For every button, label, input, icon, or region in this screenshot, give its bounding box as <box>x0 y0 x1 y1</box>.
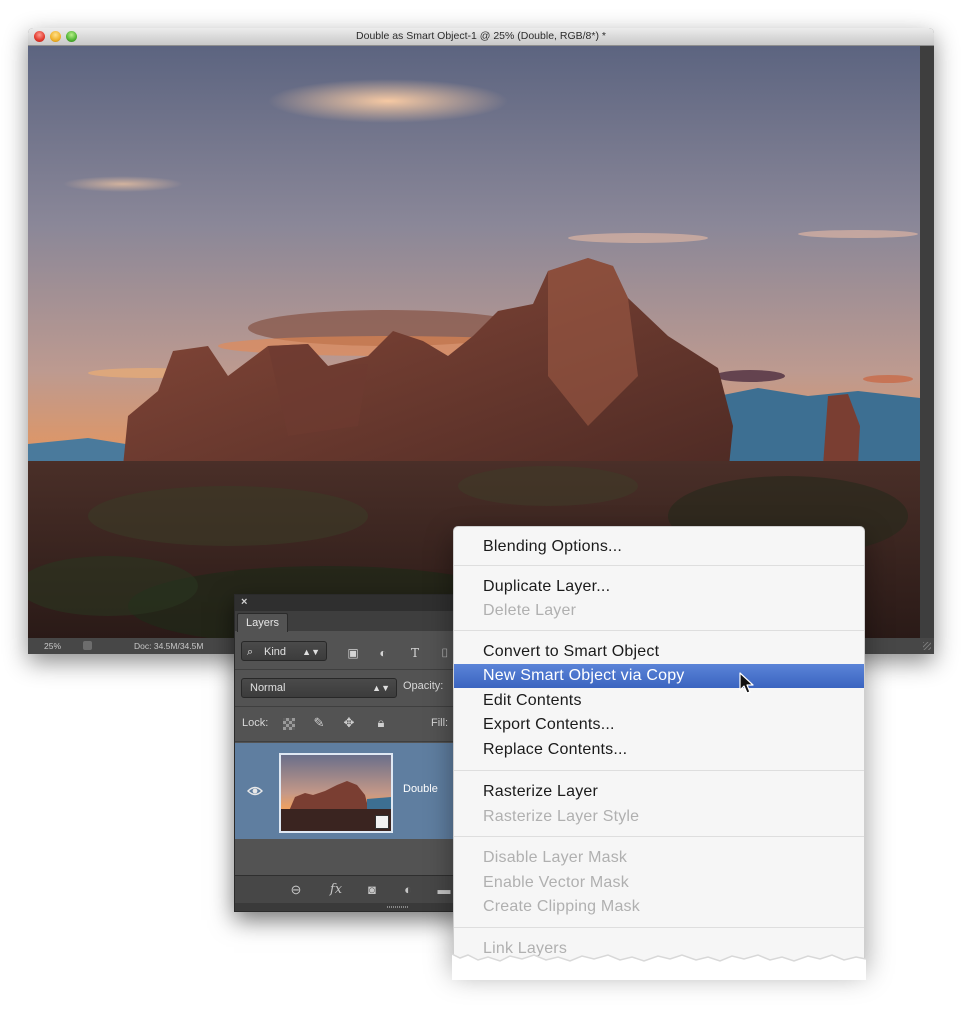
stepper-arrows-icon: ▲▼ <box>372 683 390 693</box>
fx-icon[interactable]: fx <box>327 882 345 898</box>
layer-name[interactable]: Double <box>403 783 438 795</box>
mouse-pointer-icon <box>739 672 754 694</box>
lock-label: Lock: <box>242 717 269 729</box>
menu-item-replace-contents[interactable]: Replace Contents... <box>454 738 864 762</box>
lock-paint-icon[interactable]: ✎ <box>311 715 327 731</box>
title-bar[interactable]: Double as Smart Object-1 @ 25% (Double, … <box>28 28 934 46</box>
kind-filter-select[interactable]: ⌕ Kind ▲▼ <box>241 641 327 661</box>
menu-item-new-smart-object-via-copy[interactable]: New Smart Object via Copy <box>454 664 864 688</box>
menu-item-disable-layer-mask: Disable Layer Mask <box>483 849 628 866</box>
lock-row: Lock: ✎ ✥ 🔒︎ Fill: <box>235 707 465 742</box>
smart-object-badge-icon <box>375 815 389 829</box>
adjustment-filter-icon[interactable]: ◐ <box>375 646 391 660</box>
context-menu: Blending Options... Duplicate Layer... D… <box>453 526 865 964</box>
menu-separator <box>454 630 864 631</box>
layer-thumbnail[interactable] <box>279 753 393 833</box>
lock-transparency-icon[interactable] <box>283 718 295 730</box>
menu-separator <box>454 836 864 837</box>
type-filter-icon[interactable]: T <box>407 646 423 660</box>
vertical-scrollbar[interactable] <box>920 46 934 638</box>
blend-mode-value: Normal <box>250 682 286 694</box>
document-title: Double as Smart Object-1 @ 25% (Double, … <box>356 30 606 42</box>
panel-tab-row: Layers <box>235 611 465 632</box>
status-menu-icon[interactable] <box>83 641 92 650</box>
menu-separator <box>454 770 864 771</box>
zoom-window-button[interactable] <box>66 31 77 42</box>
menu-item-rasterize-layer[interactable]: Rasterize Layer <box>454 780 864 804</box>
folder-icon[interactable]: ▬ <box>435 882 453 898</box>
panel-resize-grip[interactable] <box>235 903 465 911</box>
zoom-level[interactable]: 25% <box>44 638 61 654</box>
stepper-arrows-icon: ▲▼ <box>302 647 320 657</box>
menu-item-delete-layer: Delete Layer <box>483 602 577 619</box>
search-icon: ⌕ <box>247 646 254 658</box>
menu-item-edit-contents[interactable]: Edit Contents <box>454 689 864 713</box>
menu-item-enable-vector-mask: Enable Vector Mask <box>483 874 629 891</box>
blend-mode-select[interactable]: Normal ▲▼ <box>241 678 397 698</box>
minimize-window-button[interactable] <box>50 31 61 42</box>
menu-separator <box>454 565 864 566</box>
link-icon[interactable]: ⊖ <box>287 882 305 898</box>
menu-separator <box>454 927 864 928</box>
image-filter-icon[interactable]: ▣ <box>345 646 361 660</box>
eye-icon[interactable] <box>247 785 263 797</box>
panel-header[interactable]: × <box>235 595 465 611</box>
menu-item-create-clipping-mask: Create Clipping Mask <box>483 898 640 915</box>
adjustment-icon[interactable]: ◐ <box>399 882 417 898</box>
panel-bottom-toolbar: ⊖ fx ◙ ◐ ▬ <box>235 875 465 904</box>
opacity-label: Opacity: <box>403 680 444 692</box>
doc-size: Doc: 34.5M/34.5M <box>134 641 204 651</box>
filter-row: ⌕ Kind ▲▼ ▣ ◐ T ⌷ <box>235 633 465 670</box>
close-window-button[interactable] <box>34 31 45 42</box>
mask-icon[interactable]: ◙ <box>363 882 381 898</box>
fill-label: Fill: <box>431 717 449 729</box>
resize-grip-icon[interactable] <box>923 642 931 650</box>
torn-edge-decoration <box>452 953 866 980</box>
lock-all-icon[interactable]: 🔒︎ <box>373 715 389 731</box>
menu-item-blending-options[interactable]: Blending Options... <box>454 535 864 559</box>
layers-panel: × Layers ⌕ Kind ▲▼ ▣ ◐ T ⌷ Normal ▲▼ Opa… <box>234 594 466 912</box>
menu-item-export-contents[interactable]: Export Contents... <box>454 713 864 737</box>
layers-list-empty-area[interactable] <box>235 839 465 875</box>
blend-row: Normal ▲▼ Opacity: <box>235 670 465 707</box>
layer-row[interactable]: Double <box>235 743 465 839</box>
menu-item-duplicate-layer[interactable]: Duplicate Layer... <box>454 575 864 599</box>
shape-filter-icon[interactable]: ⌷ <box>437 646 453 660</box>
menu-item-convert-to-smart-object[interactable]: Convert to Smart Object <box>454 640 864 664</box>
close-panel-icon[interactable]: × <box>241 596 247 608</box>
kind-filter-label: Kind <box>264 646 287 658</box>
menu-item-rasterize-layer-style: Rasterize Layer Style <box>483 808 640 825</box>
lock-position-icon[interactable]: ✥ <box>341 715 357 731</box>
tab-layers[interactable]: Layers <box>237 613 289 632</box>
